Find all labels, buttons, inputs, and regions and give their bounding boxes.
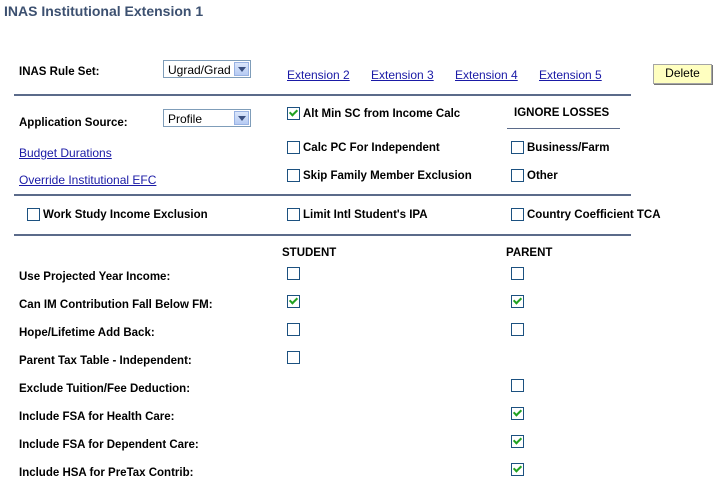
chevron-down-icon[interactable] <box>234 111 249 125</box>
country-coefficient-label: Country Coefficient TCA <box>527 209 661 221</box>
calc-pc-checkbox[interactable] <box>287 141 300 154</box>
parent-column-header: PARENT <box>506 247 553 259</box>
alt-min-sc-checkbox[interactable] <box>287 107 300 120</box>
student-column-header: STUDENT <box>282 247 337 259</box>
rule-set-label: INAS Rule Set: <box>19 66 100 78</box>
rule-set-value: Ugrad/Grad <box>168 63 231 77</box>
grid-row-label: Use Projected Year Income: <box>19 271 171 283</box>
page-title: INAS Institutional Extension 1 <box>4 3 204 19</box>
application-source-value: Profile <box>168 112 203 126</box>
parent-checkbox[interactable] <box>511 379 524 392</box>
student-checkbox[interactable] <box>287 323 300 336</box>
work-study-label: Work Study Income Exclusion <box>43 209 208 221</box>
alt-min-sc-label: Alt Min SC from Income Calc <box>303 108 461 120</box>
budget-durations-link[interactable]: Budget Durations <box>19 146 112 160</box>
skip-family-checkbox[interactable] <box>287 169 300 182</box>
grid-row-label: Hope/Lifetime Add Back: <box>19 327 155 339</box>
work-study-checkbox[interactable] <box>27 208 40 221</box>
parent-checkbox[interactable] <box>511 295 524 308</box>
grid-row-label: Include HSA for PreTax Contrib: <box>19 467 194 479</box>
parent-checkbox[interactable] <box>511 267 524 280</box>
student-checkbox[interactable] <box>287 267 300 280</box>
grid-row-label: Exclude Tuition/Fee Deduction: <box>19 383 191 395</box>
business-farm-label: Business/Farm <box>527 142 610 154</box>
limit-intl-label: Limit Intl Student's IPA <box>303 209 428 221</box>
student-checkbox[interactable] <box>287 295 300 308</box>
parent-checkbox[interactable] <box>511 463 524 476</box>
divider <box>14 94 631 96</box>
parent-checkbox[interactable] <box>511 323 524 336</box>
other-checkbox[interactable] <box>511 169 524 182</box>
skip-family-label: Skip Family Member Exclusion <box>303 170 472 182</box>
other-label: Other <box>527 170 558 182</box>
calc-pc-label: Calc PC For Independent <box>303 142 440 154</box>
extension-2-link[interactable]: Extension 2 <box>287 68 350 82</box>
country-coefficient-checkbox[interactable] <box>511 208 524 221</box>
grid-row-label: Include FSA for Health Care: <box>19 411 175 423</box>
ignore-losses-underline <box>507 128 620 129</box>
extension-5-link[interactable]: Extension 5 <box>539 68 602 82</box>
delete-button[interactable]: Delete <box>653 64 712 84</box>
divider <box>14 234 631 236</box>
extension-3-link[interactable]: Extension 3 <box>371 68 434 82</box>
parent-checkbox[interactable] <box>511 435 524 448</box>
override-institutional-efc-link[interactable]: Override Institutional EFC <box>19 173 156 187</box>
application-source-label: Application Source: <box>19 117 128 129</box>
grid-row-label: Include FSA for Dependent Care: <box>19 439 199 451</box>
divider <box>14 194 631 196</box>
limit-intl-checkbox[interactable] <box>287 208 300 221</box>
student-checkbox[interactable] <box>287 351 300 364</box>
application-source-select[interactable]: Profile <box>163 109 251 127</box>
ignore-losses-heading: IGNORE LOSSES <box>514 107 610 119</box>
extension-4-link[interactable]: Extension 4 <box>455 68 518 82</box>
business-farm-checkbox[interactable] <box>511 141 524 154</box>
parent-checkbox[interactable] <box>511 407 524 420</box>
grid-row-label: Parent Tax Table - Independent: <box>19 355 192 367</box>
chevron-down-icon[interactable] <box>234 62 249 76</box>
rule-set-select[interactable]: Ugrad/Grad <box>163 60 251 78</box>
grid-row-label: Can IM Contribution Fall Below FM: <box>19 299 213 311</box>
